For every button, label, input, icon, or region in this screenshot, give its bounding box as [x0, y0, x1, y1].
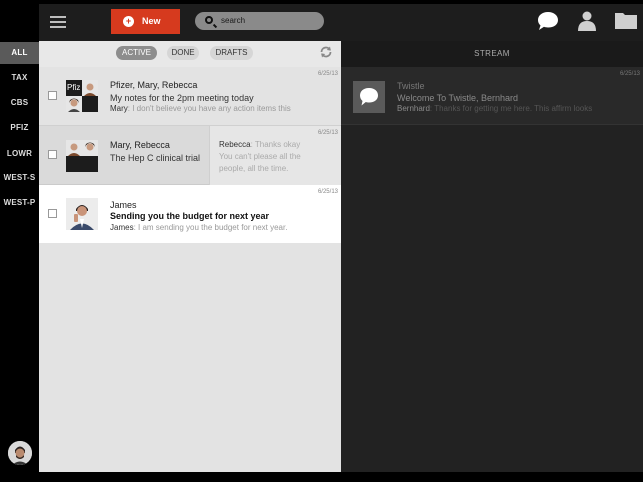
- thread-participants: Pfizer, Mary, Rebecca: [110, 80, 198, 90]
- thread-avatar: [66, 198, 98, 230]
- thread-subject: My notes for the 2pm meeting today: [110, 93, 254, 103]
- rail-item-all[interactable]: ALL: [0, 42, 39, 64]
- thread-preview-text: : I don't believe you have any action it…: [127, 104, 291, 113]
- thread-time: 6/25/13: [317, 71, 338, 77]
- search-icon: [205, 16, 213, 24]
- side-preview-line-3: people, all the time.: [219, 164, 289, 173]
- stream-item-avatar: [353, 81, 385, 113]
- stream-item[interactable]: Twistle Welcome To Twistle, Bernhard Ber…: [341, 67, 643, 125]
- rail-item-lowr[interactable]: LOWR: [0, 143, 39, 165]
- user-avatar[interactable]: [8, 441, 32, 465]
- thread-time: 6/25/13: [317, 189, 338, 195]
- stream-pane: STREAM Twistle Welcome To Twistle, Bernh…: [341, 41, 643, 472]
- search-input[interactable]: search: [195, 12, 324, 30]
- thread-sender: Mary: [110, 104, 128, 113]
- thread-checkbox[interactable]: [48, 209, 57, 218]
- side-preview-line-2: You can't please all the: [219, 152, 301, 161]
- stream-item-subject: Welcome To Twistle, Bernhard: [397, 93, 519, 103]
- chat-bubble-icon: [360, 88, 378, 106]
- thread-preview: James: I am sending you the budget for n…: [110, 223, 336, 232]
- stream-item-time: 6/25/13: [619, 71, 640, 77]
- filter-done[interactable]: DONE: [167, 46, 199, 60]
- side-preview-sender: Rebecca: [219, 140, 251, 149]
- plus-icon: +: [123, 16, 134, 27]
- filter-active[interactable]: ACTIVE: [116, 46, 157, 60]
- thread-preview-text: : I am sending you the budget for next y…: [133, 223, 288, 232]
- thread-avatar-label: Pfiz: [67, 83, 81, 92]
- folder-icon[interactable]: [615, 11, 637, 29]
- stream-item-preview-text: : Thanks for getting me here. This affir…: [429, 104, 593, 113]
- thread-participants: James: [110, 200, 137, 210]
- menu-icon[interactable]: [50, 16, 66, 28]
- chat-bubble-icon[interactable]: [537, 11, 559, 31]
- side-preview-text-1: : Thanks okay: [250, 140, 301, 149]
- thread-time: 6/25/13: [317, 130, 338, 136]
- thread-avatar: [66, 140, 98, 172]
- stream-item-title: Twistle: [397, 81, 425, 91]
- user-avatar-icon: [8, 441, 32, 465]
- stream-item-sender: Bernhard: [397, 104, 430, 113]
- stream-item-preview: Bernhard: Thanks for getting me here. Th…: [397, 104, 627, 113]
- thread-row[interactable]: Mary, Rebecca The Hep C clinical trial R…: [39, 126, 341, 185]
- rail-item-west-s[interactable]: WEST-S: [0, 167, 39, 189]
- rail-item-tax[interactable]: TAX: [0, 67, 39, 89]
- thread-participants: Mary, Rebecca: [110, 140, 170, 150]
- search-placeholder: search: [221, 16, 246, 25]
- thread-avatar: Pfiz: [66, 80, 98, 112]
- channel-rail: ALL TAX CBS PFIZ LOWR WEST-S WEST-P: [0, 0, 39, 482]
- thread-subject: Sending you the budget for next year: [110, 211, 270, 221]
- thread-checkbox[interactable]: [48, 150, 57, 159]
- thread-row[interactable]: James Sending you the budget for next ye…: [39, 185, 341, 243]
- top-bar: + New search: [39, 4, 643, 41]
- new-button[interactable]: + New: [111, 9, 180, 34]
- stream-header: STREAM: [341, 41, 643, 67]
- filter-bar: ACTIVE DONE DRAFTS: [39, 41, 341, 67]
- rail-item-pfiz[interactable]: PFIZ: [0, 117, 39, 139]
- rail-item-west-p[interactable]: WEST-P: [0, 192, 39, 214]
- thread-row[interactable]: Pfiz Pfizer, Mary, Rebecca My notes for …: [39, 67, 341, 126]
- refresh-icon[interactable]: [319, 45, 333, 59]
- new-button-label: New: [142, 16, 161, 26]
- thread-checkbox[interactable]: [48, 91, 57, 100]
- thread-subject: The Hep C clinical trial: [110, 153, 201, 163]
- thread-preview: Mary: I don't believe you have any actio…: [110, 104, 336, 113]
- side-preview-line-1: Rebecca: Thanks okay: [219, 140, 339, 149]
- conversation-list: ACTIVE DONE DRAFTS Pfiz Pfizer, Mary, Re…: [39, 41, 341, 472]
- thread-sender: James: [110, 223, 134, 232]
- contacts-icon[interactable]: [578, 11, 596, 31]
- filter-drafts[interactable]: DRAFTS: [210, 46, 253, 60]
- rail-item-cbs[interactable]: CBS: [0, 92, 39, 114]
